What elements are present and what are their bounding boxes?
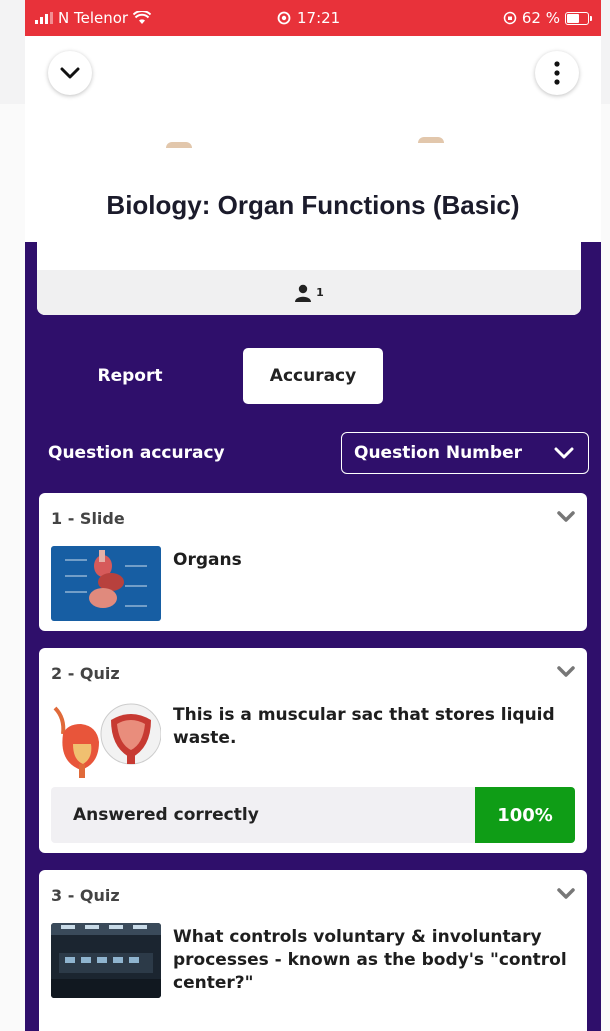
cover-decoration-right [418,137,444,143]
chevron-down-icon[interactable] [557,888,575,900]
players-count: 1 [316,286,324,299]
question-text: Organs [173,550,242,570]
bladder-image [51,698,161,780]
alarm-icon [277,11,291,25]
question-text: What controls voluntary & involuntary pr… [173,927,567,993]
more-vertical-icon [554,61,560,85]
question-text: This is a muscular sac that stores liqui… [173,705,555,748]
question-number: 2 - Quiz [51,664,120,683]
status-left: N Telenor [35,9,152,27]
user-icon [295,284,312,302]
orientation-lock-icon [503,11,517,25]
answer-result-label: Answered correctly [73,805,259,825]
battery-percent: 62 % [521,9,560,27]
question-accuracy-label: Question accuracy [48,443,225,463]
question-thumbnail [51,546,161,621]
answer-percentage: 100% [475,787,575,843]
signal-icon [35,12,53,24]
sort-dropdown[interactable]: Question Number [341,432,589,474]
question-number: 1 - Slide [51,509,125,528]
chevron-down-icon[interactable] [557,666,575,678]
question-card-2[interactable]: 2 - Quiz This is a muscular sac that sto… [39,648,587,853]
control-room-image [51,923,161,998]
header-area: Biology: Organ Functions (Basic) [25,36,601,242]
phone-screen: N Telenor 17:21 62 % Biology: Organ Func… [25,0,601,1031]
collapse-button[interactable] [48,51,92,95]
status-center: 17:21 [277,9,340,27]
battery-icon [565,11,592,25]
question-thumbnail [51,923,161,998]
status-bar: N Telenor 17:21 62 % [25,0,601,36]
answer-result-row: Answered correctly 100% [51,787,575,843]
question-thumbnail [51,698,161,780]
more-options-button[interactable] [535,51,579,95]
carrier-name: N Telenor [58,9,129,27]
chevron-down-icon [60,67,80,79]
chevron-down-icon [554,447,574,458]
tab-report[interactable]: Report [71,348,189,404]
page-title: Biology: Organ Functions (Basic) [106,190,520,220]
status-time: 17:21 [297,9,341,27]
question-card-3[interactable]: 3 - Quiz What controls voluntary & invol… [39,870,587,1031]
status-right: 62 % [503,9,592,27]
players-count-row: 1 [37,270,581,315]
wifi-icon [133,11,152,24]
cover-decoration-left [166,142,192,148]
sort-dropdown-label: Question Number [354,443,522,463]
tab-accuracy[interactable]: Accuracy [243,348,383,404]
question-card-1[interactable]: 1 - Slide Organs [39,493,587,631]
question-number: 3 - Quiz [51,886,120,905]
players-card: 1 [37,242,581,315]
organs-image [51,546,161,621]
chevron-down-icon[interactable] [557,511,575,523]
